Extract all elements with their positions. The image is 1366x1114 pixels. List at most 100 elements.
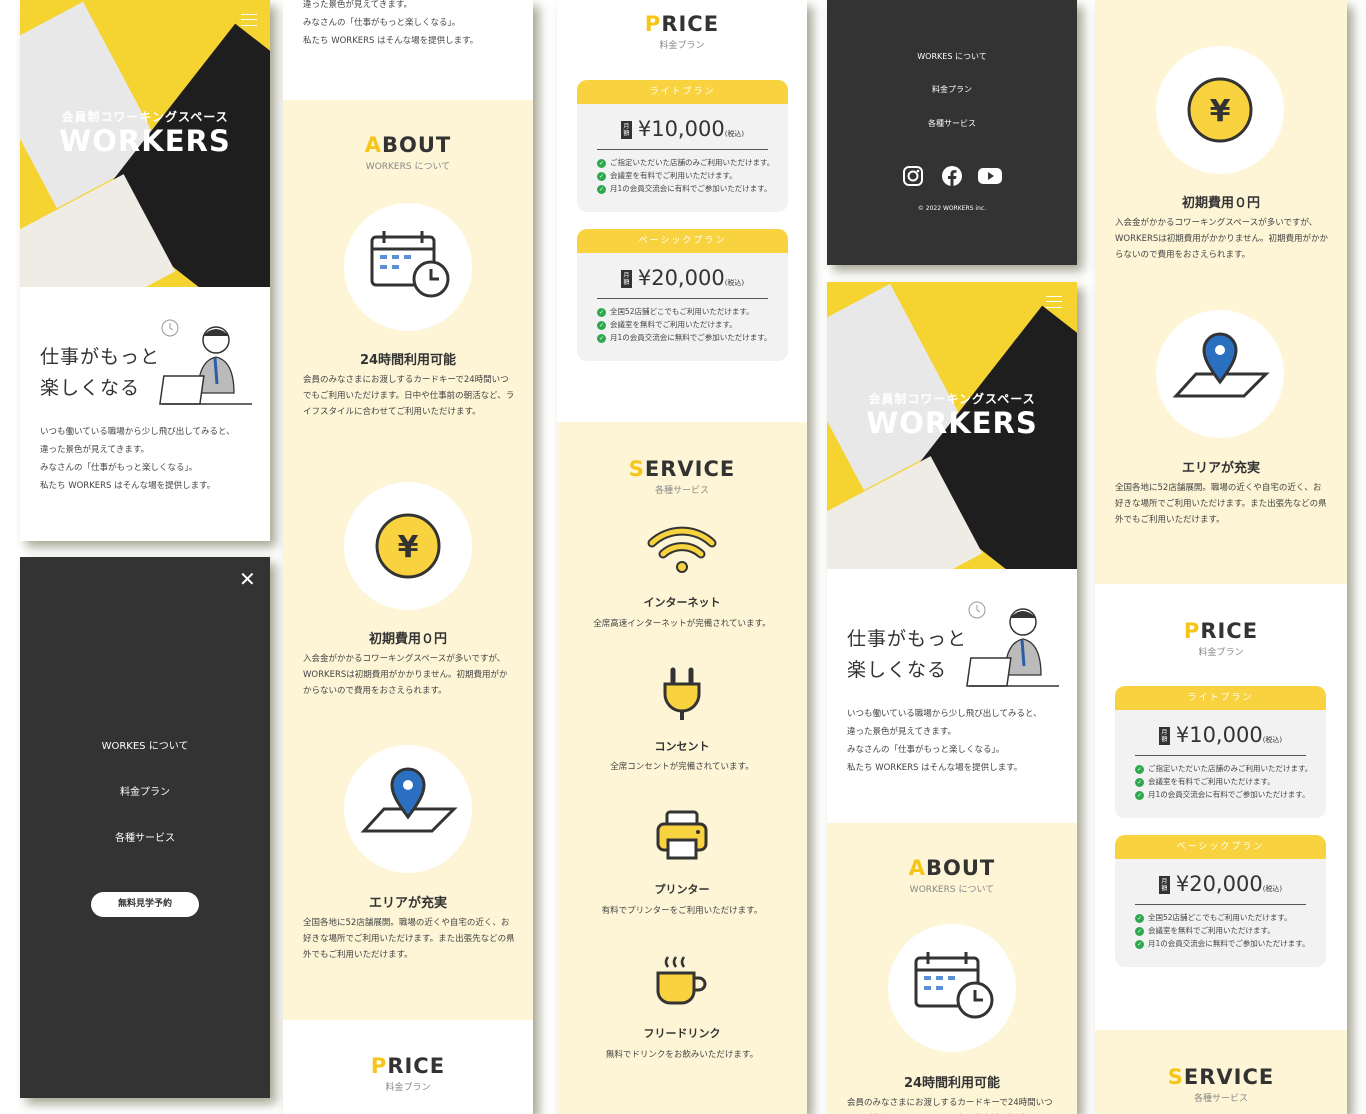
- feature-text: 入会金がかかるコワーキングスペースが多いですが、WORKERSは初期費用がかかり…: [1115, 218, 1328, 260]
- map-pin-icon: [1172, 332, 1270, 398]
- plan-card-light: ライトプラン 月額¥10,000(税込) ご指定いただいた店舗のみご利用いただけ…: [1115, 686, 1326, 818]
- plan-card-light: ライトプラン 月額¥10,000(税込) ご指定いただいた店舗のみご利用いただけ…: [577, 80, 788, 212]
- svg-text:¥: ¥: [1210, 94, 1231, 129]
- plan-features: ご指定いただいた店舗のみご利用いただけます。 会議室を有料でご利用いただけます。…: [1135, 762, 1326, 801]
- feature-title: 24時間利用可能: [903, 1076, 1001, 1091]
- free-tour-button[interactable]: 無料見学予約: [91, 892, 199, 917]
- service-section: SERVICE 各種サービス インターネット 全席高速インターネットが完備されて…: [557, 422, 807, 1114]
- intro-text: いつも働いている職場から少し飛び出してみると、 違った景色が見えてきます。 みな…: [847, 709, 1042, 773]
- yen-coin-icon: ¥: [1187, 77, 1253, 143]
- about-subtitle: WORKERS について: [909, 885, 995, 895]
- copyright: © 2022 WORKERS inc.: [917, 205, 987, 212]
- feature-circle: [1156, 310, 1284, 438]
- plug-icon: [652, 665, 712, 723]
- calendar-clock-icon: [914, 952, 994, 1019]
- feature-text: 全国各地に52店舗展開。職場の近くや自宅の近く、お好きな場所でご利用いただけます…: [1115, 483, 1327, 525]
- service-title-printer: プリンター: [654, 883, 710, 896]
- mobile-menu-open: ✕ WORKES について 料金プラン 各種サービス 無料見学予約: [20, 557, 270, 1098]
- plan-name: ライトプラン: [577, 80, 788, 104]
- plan-card-basic: ベーシックプラン 月額¥20,000(税込) 全国52店舗どこでもご利用いただけ…: [577, 229, 788, 361]
- hamburger-menu-icon[interactable]: [1046, 296, 1062, 308]
- yen-coin-icon: ¥: [375, 513, 441, 579]
- mobile-screen-footer: WORKES について 料金プラン 各種サービス © 2022 WORKERS …: [827, 0, 1077, 265]
- worker-illustration: [159, 319, 252, 405]
- service-title-internet: インターネット: [643, 596, 721, 609]
- service-text: 無料でドリンクをお飲みいただけます。: [605, 1050, 759, 1060]
- plan-price: ¥20,000: [1175, 872, 1263, 896]
- feature-circle: [888, 924, 1016, 1052]
- mobile-screen-top-2: 会員制コワーキングスペース WORKERS 仕事がもっと 楽しくなる いつも働い…: [827, 282, 1077, 1114]
- plan-price: ¥10,000: [637, 117, 725, 141]
- plan-features: ご指定いただいた店舗のみご利用いただけます。 会議室を有料でご利用いただけます。…: [597, 156, 788, 195]
- service-title-outlet: コンセント: [654, 740, 710, 753]
- feature-text: 全国各地に52店舗展開。職場の近くや自宅の近く、お好きな場所でご利用いただけます…: [303, 918, 515, 960]
- feature-text: 会員のみなさまにお渡しするカードキーで24時間いつでもご利用いただけます。日中や…: [303, 375, 515, 417]
- mobile-screen-top: 会員制コワーキングスペース WORKERS 仕事がもっと 楽しくなる いつも働い…: [20, 0, 270, 541]
- price-heading: PRICE 料金プラン: [370, 1054, 446, 1093]
- hero-image: 会員制コワーキングスペース WORKERS: [827, 282, 1077, 569]
- service-text: 全席コンセントが完備されています。: [610, 762, 754, 772]
- footer-link-service[interactable]: 各種サービス: [827, 118, 1077, 129]
- about-title: ABOUT: [364, 133, 452, 157]
- about-title: ABOUT: [908, 856, 996, 880]
- feature-text: 入会金がかかるコワーキングスペースが多いですが、WORKERSは初期費用がかかり…: [303, 654, 508, 696]
- monthly-tag: 月額: [620, 270, 632, 288]
- lead-heading: 仕事がもっと 楽しくなる: [847, 628, 968, 681]
- price-section: PRICE 料金プラン ライトプラン 月額¥10,000(税込) ご指定いただい…: [1095, 584, 1347, 1030]
- plan-price: ¥10,000: [1175, 723, 1263, 747]
- feature-circle: [344, 745, 472, 873]
- hero-subtitle: 会員制コワーキングスペース: [61, 110, 229, 124]
- feature-title: エリアが充実: [1181, 461, 1260, 476]
- about-subtitle: WORKERS について: [365, 162, 451, 172]
- svg-text:¥: ¥: [398, 530, 419, 565]
- feature-circle: ¥: [344, 482, 472, 610]
- hamburger-menu-icon[interactable]: [241, 14, 257, 26]
- footer-link-about[interactable]: WORKES について: [827, 51, 1077, 62]
- service-text: 有料でプリンターをご利用いただけます。: [601, 906, 763, 916]
- youtube-icon[interactable]: [978, 167, 1002, 185]
- plan-name: ライトプラン: [1115, 686, 1326, 710]
- map-pin-icon: [360, 767, 458, 833]
- intro-text-tail: 違った景色が見えてきます。 みなさんの「仕事がもっと楽しくなる」。 私たち WO…: [303, 0, 479, 46]
- hero-image: 会員制コワーキングスペース WORKERS: [20, 0, 270, 287]
- about-section: ABOUT WORKERS について 24時間利用可能 会員のみなさまにお渡しす…: [827, 823, 1077, 1114]
- plan-name: ベーシックプラン: [1115, 835, 1326, 859]
- service-text: 全席高速インターネットが完備されています。: [593, 619, 771, 629]
- feature-title: 24時間利用可能: [359, 353, 457, 368]
- coffee-icon: [652, 952, 712, 1010]
- feature-circle: [344, 203, 472, 331]
- facebook-icon[interactable]: [941, 165, 963, 187]
- plan-price: ¥20,000: [637, 266, 725, 290]
- instagram-icon[interactable]: [902, 165, 924, 187]
- mobile-screen-price: PRICE 料金プラン ライトプラン 月額¥10,000(税込) ご指定いただい…: [557, 0, 807, 1114]
- price-heading: PRICE 料金プラン: [644, 12, 720, 51]
- menu-item-service[interactable]: 各種サービス: [20, 829, 270, 844]
- monthly-tag: 月額: [1158, 876, 1170, 894]
- menu-item-price[interactable]: 料金プラン: [20, 783, 270, 798]
- plan-name: ベーシックプラン: [577, 229, 788, 253]
- service-title-drink: フリードリンク: [643, 1027, 721, 1040]
- feature-circle: ¥: [1156, 46, 1284, 174]
- hero-subtitle: 会員制コワーキングスペース: [868, 392, 1036, 406]
- plan-features: 全国52店舗どこでもご利用いただけます。 会議室を無料でご利用いただけます。 月…: [597, 305, 788, 344]
- monthly-tag: 月額: [620, 121, 632, 139]
- feature-text: 会員のみなさまにお渡しするカードキーで24時間いつでもご利用いただけます。日中や…: [847, 1098, 1053, 1108]
- mobile-screen-about: 違った景色が見えてきます。 みなさんの「仕事がもっと楽しくなる」。 私たち WO…: [283, 0, 533, 1114]
- about-section: ABOUT WORKERS について 24時間利用可能 会員のみなさまにお渡しす…: [283, 100, 533, 1020]
- worker-illustration: [966, 601, 1059, 687]
- wifi-icon: [642, 522, 722, 577]
- service-title: SERVICE: [628, 457, 736, 481]
- lead-heading: 仕事がもっと 楽しくなる: [40, 346, 161, 399]
- price-title: PRICE: [1183, 619, 1259, 643]
- monthly-tag: 月額: [1158, 727, 1170, 745]
- close-icon[interactable]: ✕: [239, 569, 256, 589]
- footer-link-price[interactable]: 料金プラン: [827, 84, 1077, 95]
- feature-title: エリアが充実: [368, 896, 447, 911]
- service-subtitle: 各種サービス: [654, 486, 709, 496]
- mobile-screen-features: ¥ 初期費用０円 入会金がかかるコワーキングスペースが多いですが、WORKERS…: [1095, 0, 1347, 1114]
- service-heading: SERVICE 各種サービス: [1167, 1065, 1275, 1104]
- menu-item-about[interactable]: WORKES について: [20, 737, 270, 752]
- hero-title: WORKERS: [59, 124, 231, 158]
- intro-text: いつも働いている職場から少し飛び出してみると、 違った景色が見えてきます。 みな…: [40, 427, 235, 491]
- printer-icon: [652, 807, 712, 865]
